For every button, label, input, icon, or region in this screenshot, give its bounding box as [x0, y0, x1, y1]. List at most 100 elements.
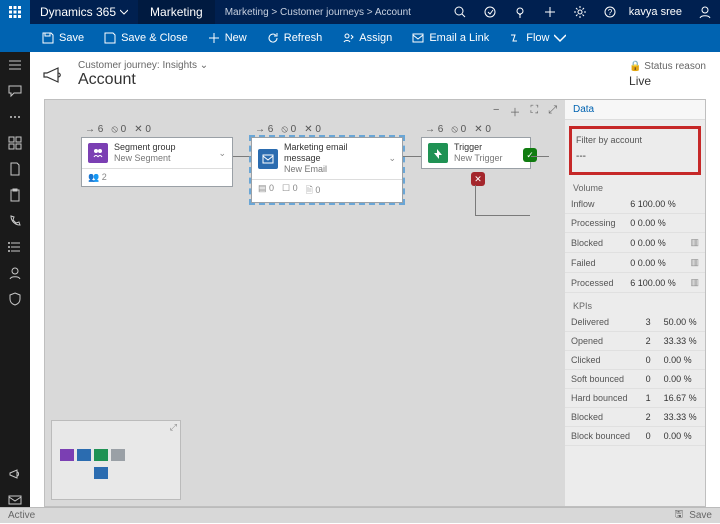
megaphone-icon: [40, 64, 70, 86]
clipboard-icon[interactable]: [8, 188, 22, 202]
connector: [403, 156, 421, 157]
task-button[interactable]: [475, 0, 505, 24]
module-name[interactable]: Marketing: [138, 0, 215, 24]
fullscreen-icon[interactable]: ⤢: [548, 104, 557, 120]
menu-icon[interactable]: [8, 58, 22, 72]
bulb-icon: [514, 6, 526, 18]
fit-icon[interactable]: ⛶: [530, 104, 538, 120]
svg-text:?: ?: [608, 8, 613, 17]
designer-frame: − ＋ ⛶ ⤢ → 6 ⦸ 0 ✕ 0 Segment gro: [44, 99, 706, 507]
data-panel: Data Filter by account --- Volume Inflow…: [565, 100, 705, 506]
chevron-down-icon[interactable]: ⌄: [218, 148, 226, 159]
data-tab[interactable]: Data: [565, 100, 705, 120]
table-row: Opened233.33 %: [565, 332, 705, 351]
tile-stats: → 6 ⦸ 0 ✕ 0: [421, 122, 531, 137]
chevron-down-icon: ⌄: [200, 60, 208, 71]
kpi-heading: KPIs: [565, 299, 705, 313]
page-title: Account: [78, 71, 208, 89]
save-icon: [42, 32, 54, 44]
tile-segment-group: → 6 ⦸ 0 ✕ 0 Segment groupNew Segment ⌄ 👥…: [81, 122, 233, 187]
crumb-2[interactable]: Account: [375, 7, 411, 18]
refresh-button[interactable]: Refresh: [257, 24, 333, 52]
plus-icon: [544, 6, 556, 18]
person-icon[interactable]: [8, 266, 22, 280]
tile-trigger-group: → 6 ⦸ 0 ✕ 0 TriggerNew Trigger ✓ ✕: [421, 122, 531, 169]
filter-by-account[interactable]: Filter by account ---: [569, 126, 701, 175]
left-nav: [0, 52, 30, 507]
title-bar: Dynamics 365 Marketing Marketing > Custo…: [0, 0, 720, 24]
user-avatar[interactable]: [690, 0, 720, 24]
task-icon: [484, 6, 496, 18]
status-reason: 🔒 Status reason Live: [629, 61, 706, 88]
save-close-button[interactable]: Save & Close: [94, 24, 198, 52]
grid-icon[interactable]: [8, 136, 22, 150]
tile-stats: → 6 ⦸ 0 ✕ 0: [251, 122, 403, 137]
expand-icon[interactable]: ⤢: [170, 422, 177, 433]
phone-icon[interactable]: [8, 214, 22, 228]
megaphone-nav-icon[interactable]: [8, 467, 22, 481]
add-button[interactable]: [535, 0, 565, 24]
chevron-down-icon: [120, 8, 128, 16]
trigger-tile[interactable]: TriggerNew Trigger: [421, 137, 531, 169]
email-link-button[interactable]: Email a Link: [402, 24, 499, 52]
crumb-0[interactable]: Marketing: [225, 7, 269, 18]
chat-icon[interactable]: [8, 84, 22, 98]
search-icon: [454, 6, 466, 18]
save-button[interactable]: Save: [32, 24, 94, 52]
zoom-in-icon[interactable]: ＋: [509, 104, 520, 120]
segment-icon: [88, 143, 108, 163]
connector: [475, 215, 530, 216]
save-label[interactable]: Save: [689, 510, 712, 521]
assistant-button[interactable]: [505, 0, 535, 24]
table-row: Processing0 0.00 %: [565, 214, 705, 233]
list-icon[interactable]: [8, 240, 22, 254]
table-row: Soft bounced00.00 %: [565, 370, 705, 389]
zoom-out-icon[interactable]: −: [493, 104, 499, 120]
search-button[interactable]: [445, 0, 475, 24]
waffle-icon: [9, 6, 21, 18]
record-status: Active: [8, 510, 35, 521]
email-tile[interactable]: Marketing email messageNew Email ⌄ ▤ 0 ☐…: [251, 137, 403, 203]
settings-button[interactable]: [565, 0, 595, 24]
save-icon[interactable]: 🖫: [675, 507, 684, 524]
volume-heading: Volume: [565, 181, 705, 195]
chevron-down-icon[interactable]: ⌄: [388, 153, 396, 164]
document-icon[interactable]: [8, 162, 22, 176]
filter-value: ---: [576, 151, 694, 162]
person-icon: [698, 5, 712, 19]
new-button[interactable]: New: [198, 24, 257, 52]
table-row: Processed6 100.00 %▥: [565, 273, 705, 293]
help-button[interactable]: ?: [595, 0, 625, 24]
page-header: Customer journey: Insights ⌄ Account 🔒 S…: [30, 52, 720, 95]
check-ok-icon: ✓: [523, 148, 537, 162]
shield-icon[interactable]: [8, 292, 22, 306]
app-switcher[interactable]: Dynamics 365: [30, 5, 138, 19]
chevron-down-icon: [554, 32, 566, 44]
page-subtitle[interactable]: Customer journey: Insights ⌄: [78, 60, 208, 71]
kpi-table: Delivered350.00 %Opened233.33 %Clicked00…: [565, 313, 705, 446]
flow-button[interactable]: Flow: [499, 24, 576, 52]
crumb-1[interactable]: Customer journeys: [280, 7, 364, 18]
user-name[interactable]: kavya sree: [625, 6, 690, 18]
trigger-icon: [428, 143, 448, 163]
table-row: Inflow6 100.00 %: [565, 195, 705, 214]
table-row: Delivered350.00 %: [565, 313, 705, 332]
more-icon[interactable]: [8, 110, 22, 124]
help-icon: ?: [604, 6, 616, 18]
app-launcher[interactable]: [0, 0, 30, 24]
volume-table: Inflow6 100.00 %Processing0 0.00 %Blocke…: [565, 195, 705, 293]
status-value: Live: [629, 74, 706, 88]
gear-icon: [574, 6, 586, 18]
breadcrumb: Marketing > Customer journeys > Account: [215, 7, 421, 18]
filter-label: Filter by account: [576, 135, 694, 145]
app-name: Dynamics 365: [40, 5, 116, 19]
mail-nav-icon[interactable]: [8, 493, 22, 507]
minimap[interactable]: ⤢: [51, 420, 181, 500]
mail-icon: [258, 149, 278, 169]
journey-canvas[interactable]: − ＋ ⛶ ⤢ → 6 ⦸ 0 ✕ 0 Segment gro: [45, 100, 565, 506]
connector: [233, 156, 251, 157]
table-row: Block bounced00.00 %: [565, 427, 705, 446]
tile-email-group: → 6 ⦸ 0 ✕ 0 Marketing email messageNew E…: [251, 122, 403, 203]
segment-tile[interactable]: Segment groupNew Segment ⌄ 👥 2: [81, 137, 233, 187]
assign-button[interactable]: Assign: [332, 24, 402, 52]
